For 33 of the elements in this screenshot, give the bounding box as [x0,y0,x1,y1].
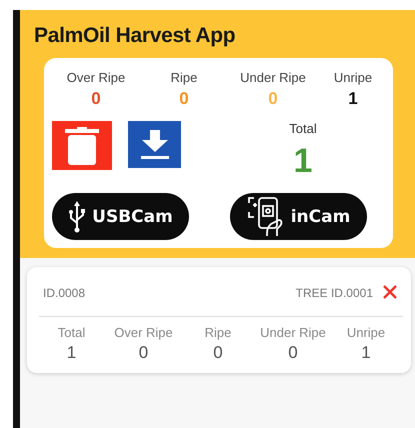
phone-scan-icon [246,196,285,238]
total-value: 1 [294,142,312,181]
stat-label: Unripe [346,325,386,340]
usb-icon [68,200,86,232]
tree-id: TREE ID.0001 [296,286,373,300]
download-icon [140,130,168,160]
stat-label: Over Ripe [114,325,173,340]
record-id: ID.0008 [43,286,86,300]
camera-button[interactable]: inCam [230,193,367,240]
count-value: 1 [348,89,358,109]
camera-button[interactable]: USBCam [52,193,189,240]
count-value: 0 [91,89,101,109]
stat-label: Total [58,325,86,340]
stat-value: 0 [213,343,223,363]
delete-button[interactable] [52,121,112,170]
count-label: Ripe [170,70,198,85]
trash-icon [65,126,99,164]
count-label: Over Ripe [66,70,126,85]
count-label: Under Ripe [240,70,306,85]
stat-value: 0 [138,343,148,363]
stat-label: Ripe [204,325,232,340]
count-label: Unripe [334,70,372,85]
close-button[interactable] [383,285,399,301]
stat-label: Under Ripe [260,325,326,340]
download-button[interactable] [128,121,181,168]
total-label: Total [289,121,317,136]
count-value: 0 [268,89,278,109]
stat-value: 1 [361,343,371,363]
app-title: PalmOil Harvest App [34,24,236,48]
close-icon [383,285,397,299]
count-value: 0 [179,89,189,109]
stat-value: 0 [288,343,298,363]
stat-value: 1 [66,343,76,363]
